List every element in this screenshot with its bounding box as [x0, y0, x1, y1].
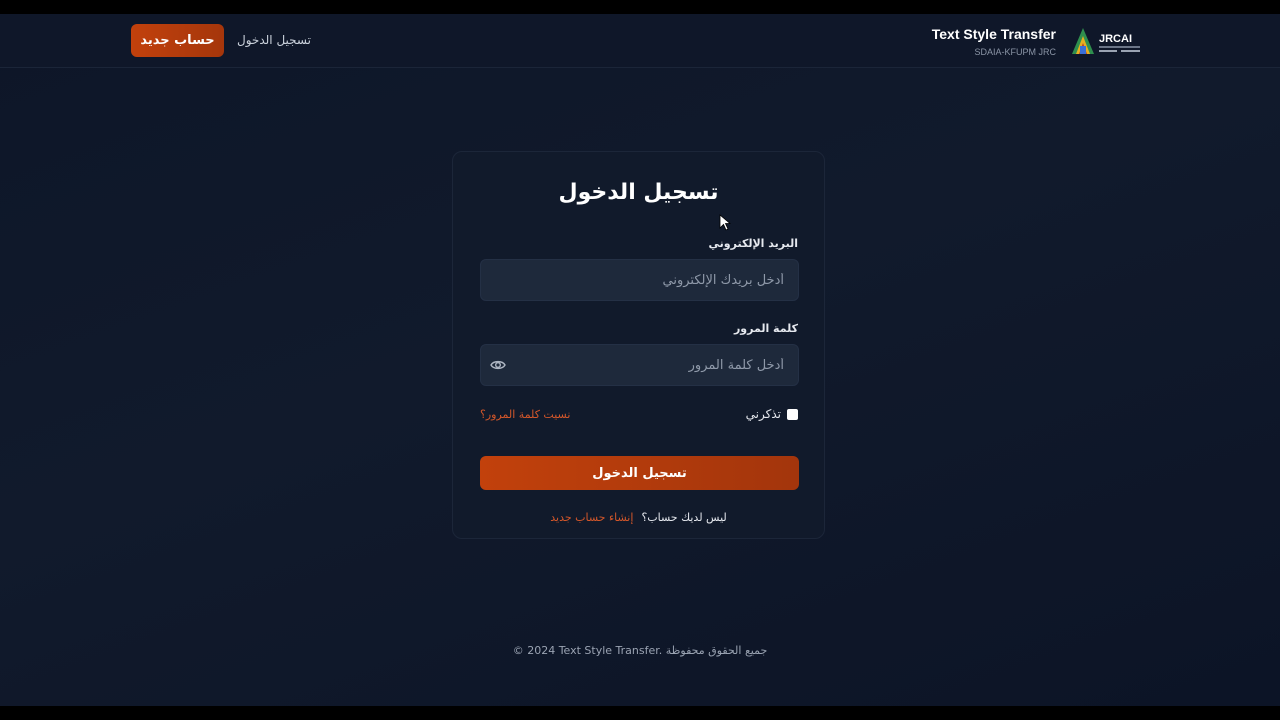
forgot-password-link[interactable]: نسيت كلمة المرور؟	[480, 408, 570, 421]
remember-checkbox[interactable]	[787, 408, 798, 420]
login-submit-button[interactable]: تسجيل الدخول	[480, 456, 799, 490]
create-account-link[interactable]: إنشاء حساب جديد	[550, 511, 633, 524]
password-field[interactable]	[480, 344, 799, 386]
signup-prompt: ليس لديك حساب؟ إنشاء حساب جديد	[453, 511, 824, 524]
eye-icon[interactable]	[490, 357, 506, 373]
email-label: البريد الإلكتروني	[708, 237, 798, 250]
brand-subtitle: SDAIA-KFUPM JRC	[974, 47, 1056, 57]
remember-me: تذكرني	[746, 407, 798, 421]
email-field[interactable]	[480, 259, 799, 301]
jrcai-logo-icon: JRCAI	[1072, 28, 1140, 54]
mouse-cursor-icon	[719, 214, 731, 231]
login-link[interactable]: تسجيل الدخول	[237, 33, 311, 47]
remember-label: تذكرني	[745, 407, 781, 421]
footer-copyright: © 2024 Text Style Transfer. جميع الحقوق …	[512, 644, 768, 657]
top-header: حساب جديد تسجيل الدخول Text Style Transf…	[0, 14, 1280, 68]
page: حساب جديد تسجيل الدخول Text Style Transf…	[0, 14, 1280, 706]
logo-text: JRCAI	[1099, 33, 1132, 45]
brand-title: Text Style Transfer	[931, 26, 1056, 42]
password-label: كلمة المرور	[733, 322, 798, 335]
signup-button[interactable]: حساب جديد	[131, 24, 224, 57]
login-card: تسجيل الدخول البريد الإلكتروني كلمة المر…	[452, 151, 825, 539]
login-title: تسجيل الدخول	[558, 180, 719, 205]
no-account-text: ليس لديك حساب؟	[641, 511, 727, 524]
